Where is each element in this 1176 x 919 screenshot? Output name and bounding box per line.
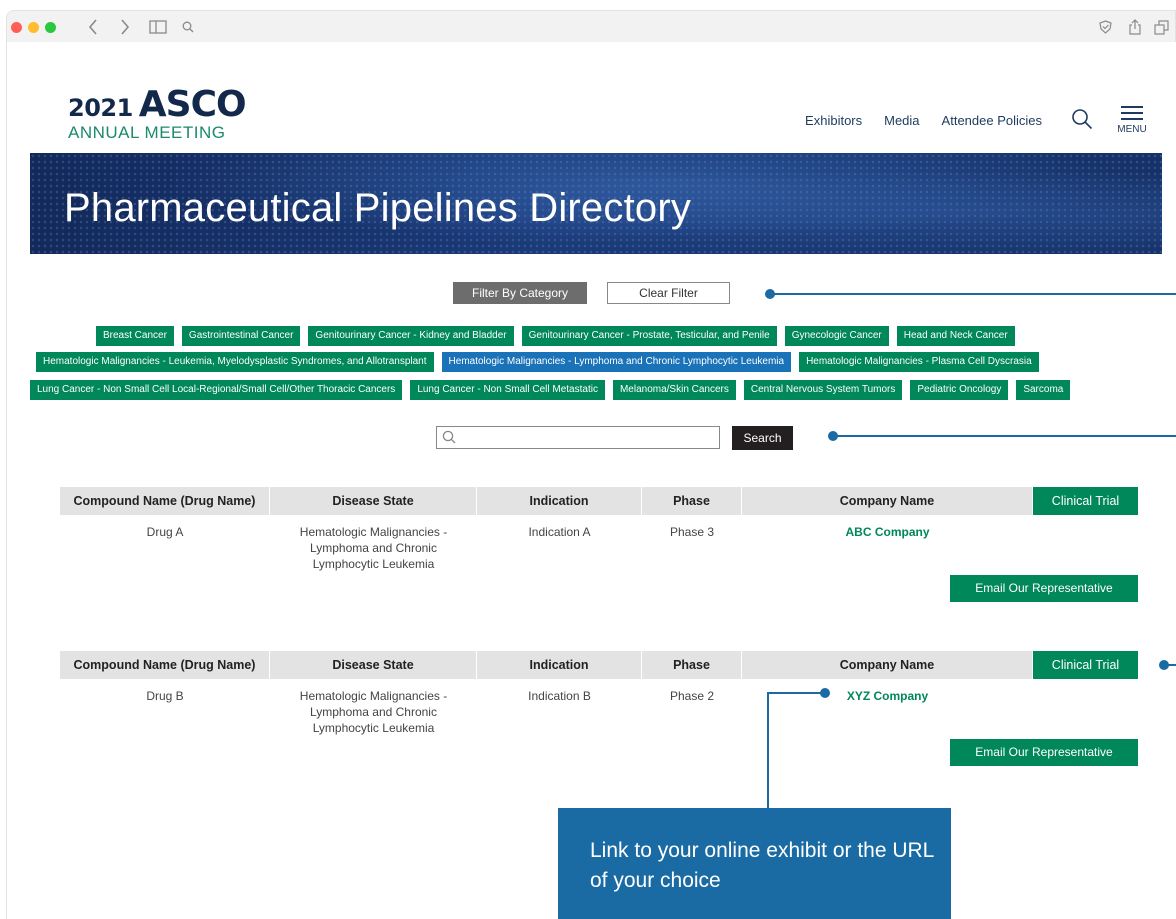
header-company: Company Name bbox=[742, 487, 1033, 515]
header-phase: Phase bbox=[642, 651, 742, 679]
header-phase: Phase bbox=[642, 487, 742, 515]
phase-cell: Phase 2 bbox=[669, 689, 715, 703]
search-input[interactable] bbox=[437, 427, 719, 448]
category-tag[interactable]: Central Nervous System Tumors bbox=[743, 380, 903, 400]
search-icon bbox=[442, 430, 456, 444]
category-tag[interactable]: Sarcoma bbox=[1016, 380, 1071, 400]
company-link[interactable]: XYZ Company bbox=[742, 688, 1033, 736]
category-tag[interactable]: Hematologic Malignancies - Plasma Cell D… bbox=[799, 352, 1039, 372]
category-tag[interactable]: Hematologic Malignancies - Leukemia, Mye… bbox=[36, 352, 434, 372]
address-search-icon[interactable] bbox=[180, 17, 196, 37]
directory-search bbox=[436, 426, 720, 449]
forward-icon[interactable] bbox=[117, 17, 133, 37]
table-row: Drug A Hematologic Malignancies - Lympho… bbox=[60, 515, 1138, 572]
disease-cell: Hematologic Malignancies - Lymphoma and … bbox=[299, 525, 448, 571]
disease-cell: Hematologic Malignancies - Lymphoma and … bbox=[299, 689, 448, 735]
annotation-line-search bbox=[833, 435, 1176, 437]
hamburger-icon bbox=[1117, 106, 1147, 120]
annotation-line-filter bbox=[770, 293, 1176, 295]
company-link[interactable]: ABC Company bbox=[742, 524, 1033, 572]
email-representative-button[interactable]: Email Our Representative bbox=[950, 575, 1138, 602]
email-representative-button[interactable]: Email Our Representative bbox=[950, 739, 1138, 766]
header-company: Company Name bbox=[742, 651, 1033, 679]
category-tag[interactable]: Melanoma/Skin Cancers bbox=[612, 380, 736, 400]
category-row-2: Hematologic Malignancies - Leukemia, Mye… bbox=[36, 352, 1039, 372]
nav-exhibitors[interactable]: Exhibitors bbox=[805, 113, 862, 128]
tabs-icon[interactable] bbox=[1153, 17, 1169, 37]
category-tag[interactable]: Gynecologic Cancer bbox=[784, 326, 889, 346]
close-window-dot[interactable] bbox=[11, 22, 22, 33]
clinical-trial-button[interactable]: Clinical Trial bbox=[1033, 651, 1138, 679]
table-row: Drug B Hematologic Malignancies - Lympho… bbox=[60, 679, 1138, 736]
menu-label: MENU bbox=[1117, 124, 1147, 135]
logo-subtitle: ANNUAL MEETING bbox=[68, 123, 226, 142]
nav-attendee-policies[interactable]: Attendee Policies bbox=[942, 113, 1042, 128]
share-icon[interactable] bbox=[1127, 17, 1143, 37]
window-controls bbox=[11, 22, 56, 33]
indication-cell: Indication A bbox=[528, 525, 591, 539]
top-navigation: Exhibitors Media Attendee Policies bbox=[805, 113, 1042, 128]
header-compound: Compound Name (Drug Name) bbox=[60, 651, 270, 679]
phase-cell: Phase 3 bbox=[669, 525, 715, 539]
category-tag[interactable]: Gastrointestinal Cancer bbox=[181, 326, 301, 346]
minimize-window-dot[interactable] bbox=[28, 22, 39, 33]
category-tag[interactable]: Pediatric Oncology bbox=[910, 380, 1009, 400]
menu-button[interactable]: MENU bbox=[1117, 106, 1147, 135]
header-compound: Compound Name (Drug Name) bbox=[60, 487, 270, 515]
table-header: Compound Name (Drug Name) Disease State … bbox=[60, 487, 1138, 515]
table-header: Compound Name (Drug Name) Disease State … bbox=[60, 651, 1138, 679]
site-search-icon[interactable] bbox=[1071, 108, 1093, 130]
category-tag-active[interactable]: Hematologic Malignancies - Lymphoma and … bbox=[441, 352, 792, 372]
back-icon[interactable] bbox=[85, 17, 101, 37]
nav-media[interactable]: Media bbox=[884, 113, 919, 128]
compound-cell: Drug A bbox=[146, 525, 184, 539]
indication-cell: Indication B bbox=[528, 689, 591, 703]
clinical-trial-button[interactable]: Clinical Trial bbox=[1033, 487, 1138, 515]
zoom-window-dot[interactable] bbox=[45, 22, 56, 33]
header-indication: Indication bbox=[477, 651, 642, 679]
category-tag[interactable]: Genitourinary Cancer - Kidney and Bladde… bbox=[308, 326, 514, 346]
shield-icon[interactable] bbox=[1097, 17, 1113, 37]
sidebar-icon[interactable] bbox=[147, 17, 169, 37]
pipeline-table-2: Compound Name (Drug Name) Disease State … bbox=[60, 651, 1138, 736]
category-tag[interactable]: Breast Cancer bbox=[96, 326, 174, 346]
header-indication: Indication bbox=[477, 487, 642, 515]
search-button[interactable]: Search bbox=[732, 426, 793, 450]
clear-filter-button[interactable]: Clear Filter bbox=[607, 282, 730, 304]
filter-by-category-button[interactable]: Filter By Category bbox=[453, 282, 587, 304]
page-title: Pharmaceutical Pipelines Directory bbox=[64, 186, 692, 230]
annotation-line-company-h bbox=[767, 692, 823, 694]
annotation-callout: Link to your online exhibit or the URL o… bbox=[558, 808, 951, 919]
compound-cell: Drug B bbox=[146, 689, 184, 703]
category-row-3: Lung Cancer - Non Small Cell Local-Regio… bbox=[30, 380, 1071, 400]
category-row-1: Breast Cancer Gastrointestinal Cancer Ge… bbox=[96, 326, 1015, 346]
annotation-line-company-v bbox=[767, 692, 769, 808]
category-tag[interactable]: Genitourinary Cancer - Prostate, Testicu… bbox=[521, 326, 777, 346]
header-disease: Disease State bbox=[270, 487, 477, 515]
category-tag[interactable]: Lung Cancer - Non Small Cell Local-Regio… bbox=[30, 380, 403, 400]
header-disease: Disease State bbox=[270, 651, 477, 679]
logo-year: 2021 bbox=[68, 94, 133, 122]
category-tag[interactable]: Lung Cancer - Non Small Cell Metastatic bbox=[410, 380, 605, 400]
page-banner: Pharmaceutical Pipelines Directory bbox=[30, 153, 1162, 254]
logo-name: ASCO bbox=[138, 84, 247, 125]
annotation-line-clinical-trial bbox=[1164, 664, 1176, 666]
pipeline-table-1: Compound Name (Drug Name) Disease State … bbox=[60, 487, 1138, 572]
category-tag[interactable]: Head and Neck Cancer bbox=[896, 326, 1015, 346]
asco-logo[interactable]: 2021 ASCO ANNUAL MEETING bbox=[68, 84, 247, 143]
browser-toolbar bbox=[6, 10, 1176, 42]
